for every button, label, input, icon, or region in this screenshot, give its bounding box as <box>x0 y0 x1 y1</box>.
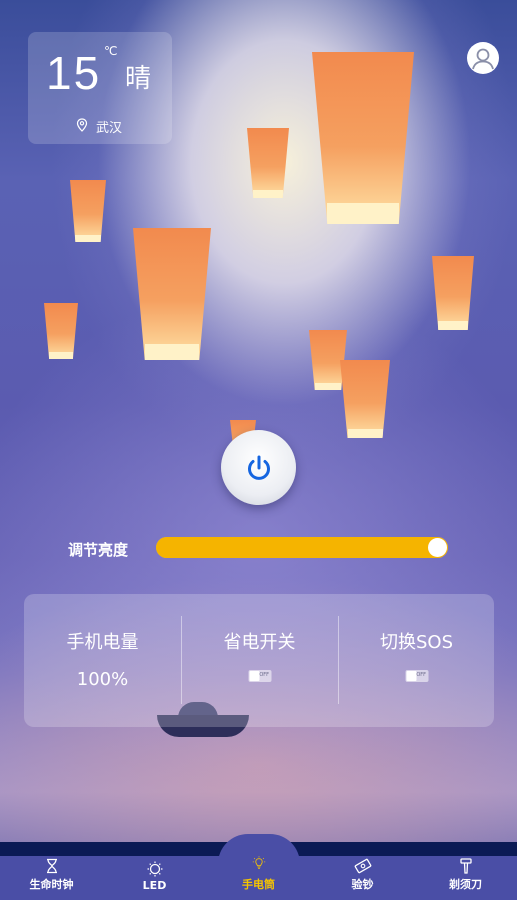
battery-title: 手机电量 <box>66 632 139 653</box>
power-saving-switch[interactable]: OFF <box>248 670 271 682</box>
lantern <box>247 128 289 198</box>
hourglass-icon <box>46 858 57 874</box>
nav-label: 剃须刀 <box>449 878 482 891</box>
location-name: 武汉 <box>96 121 123 136</box>
nav-item-flashlight[interactable]: 手电筒 <box>206 856 311 900</box>
battery-cell: 手机电量 100% <box>24 594 181 727</box>
lantern <box>44 303 78 359</box>
nav-item-life-clock[interactable]: 生命时钟 <box>0 856 103 900</box>
nav-item-money-check[interactable]: 验钞 <box>311 856 414 900</box>
switch-state-text: OFF <box>416 672 426 678</box>
lantern <box>133 228 211 360</box>
brightness-slider[interactable] <box>156 537 448 558</box>
power-saving-cell: 省电开关 OFF <box>181 594 338 727</box>
lantern <box>309 330 347 390</box>
sos-cell: 切换SOS OFF <box>338 594 495 727</box>
nav-label: 手电筒 <box>242 878 275 891</box>
lantern <box>312 52 414 224</box>
razor-icon <box>459 858 472 874</box>
user-avatar[interactable] <box>467 42 499 74</box>
nav-label: 生命时钟 <box>29 878 74 891</box>
location-pin-icon <box>76 118 88 132</box>
brightness-slider-thumb[interactable] <box>428 538 447 557</box>
power-saving-title: 省电开关 <box>223 632 296 653</box>
banknote-icon <box>354 858 371 874</box>
sos-title: 切换SOS <box>379 632 454 653</box>
power-icon <box>247 455 270 480</box>
sun-icon <box>147 861 162 877</box>
battery-value: 100% <box>76 669 129 690</box>
weather-condition: 晴 <box>125 64 152 94</box>
status-panel: 手机电量 100% 省电开关 OFF 切换SOS OFF <box>24 594 494 727</box>
nav-label: LED <box>142 879 167 892</box>
sos-switch[interactable]: OFF <box>405 670 428 682</box>
temperature: 15 <box>46 47 102 99</box>
nav-label: 验钞 <box>351 878 374 891</box>
lantern <box>432 256 474 330</box>
lantern <box>340 360 390 438</box>
user-icon <box>472 48 494 70</box>
lightbulb-icon <box>252 856 265 869</box>
switch-state-text: OFF <box>259 672 269 678</box>
brightness-slider-fill <box>156 537 448 558</box>
flashlight-power-button[interactable] <box>221 430 296 505</box>
lantern <box>70 180 106 242</box>
brightness-label: 调节亮度 <box>68 541 129 559</box>
weather-card: 15 ℃ 晴 武汉 <box>28 32 172 144</box>
nav-item-led[interactable]: LED <box>103 856 206 900</box>
temperature-unit: ℃ <box>104 44 118 58</box>
nav-item-razor[interactable]: 剃须刀 <box>414 856 517 900</box>
